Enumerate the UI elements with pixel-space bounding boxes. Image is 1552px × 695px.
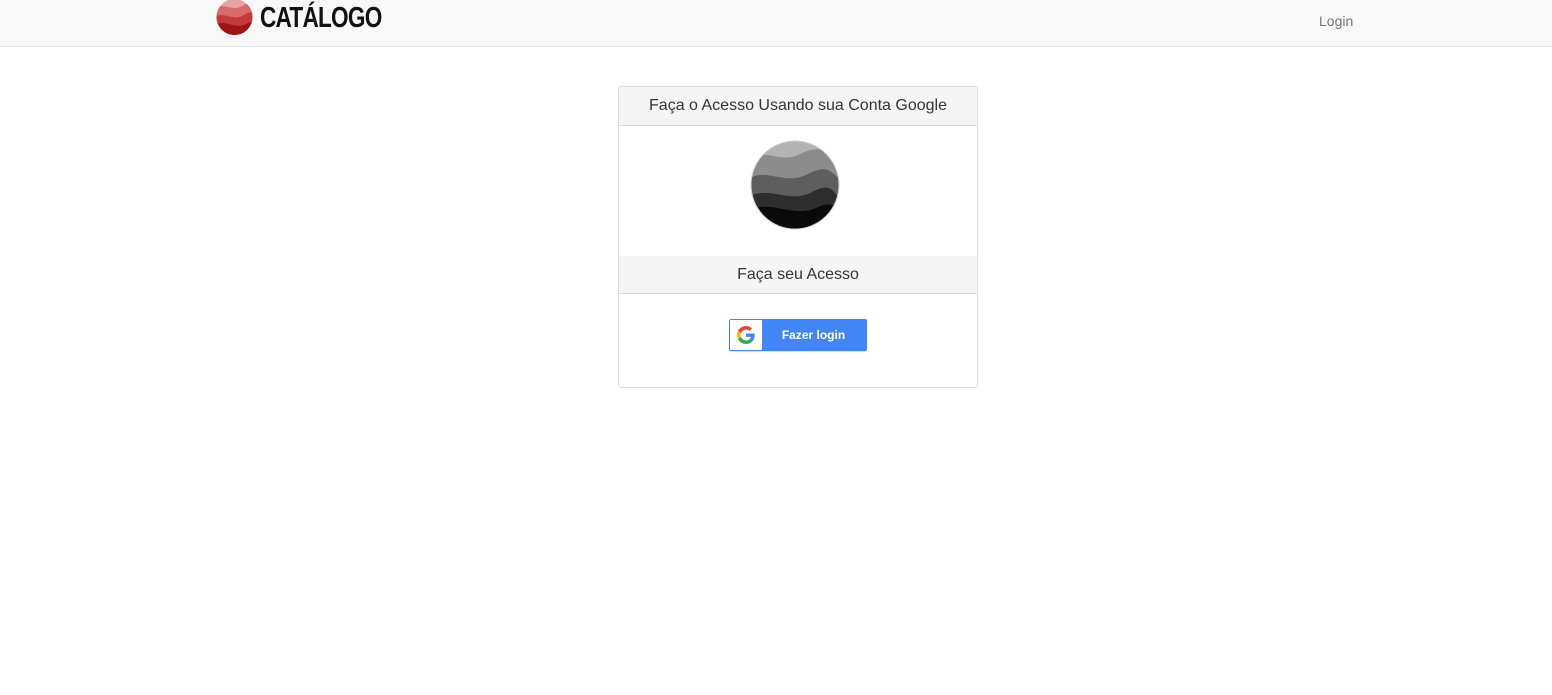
login-panel: Faça o Acesso Usando sua Conta Google Fa… xyxy=(618,86,978,388)
google-login-label: Fazer login xyxy=(781,328,846,342)
google-g-icon xyxy=(737,326,755,344)
panel-heading: Faça o Acesso Usando sua Conta Google xyxy=(619,87,977,126)
google-login-button[interactable]: Fazer login xyxy=(729,319,867,351)
avatar-section xyxy=(619,126,977,256)
brand-logo-icon xyxy=(216,0,253,35)
avatar-icon xyxy=(750,140,840,230)
brand-name: CATÁLOGO xyxy=(260,2,382,34)
brand-link[interactable]: CATÁLOGO xyxy=(216,0,416,36)
access-subheading: Faça seu Acesso xyxy=(619,256,977,294)
nav-login-link[interactable]: Login xyxy=(1319,12,1353,30)
google-icon-box xyxy=(730,320,762,350)
top-navbar: CATÁLOGO Login xyxy=(0,0,1552,47)
